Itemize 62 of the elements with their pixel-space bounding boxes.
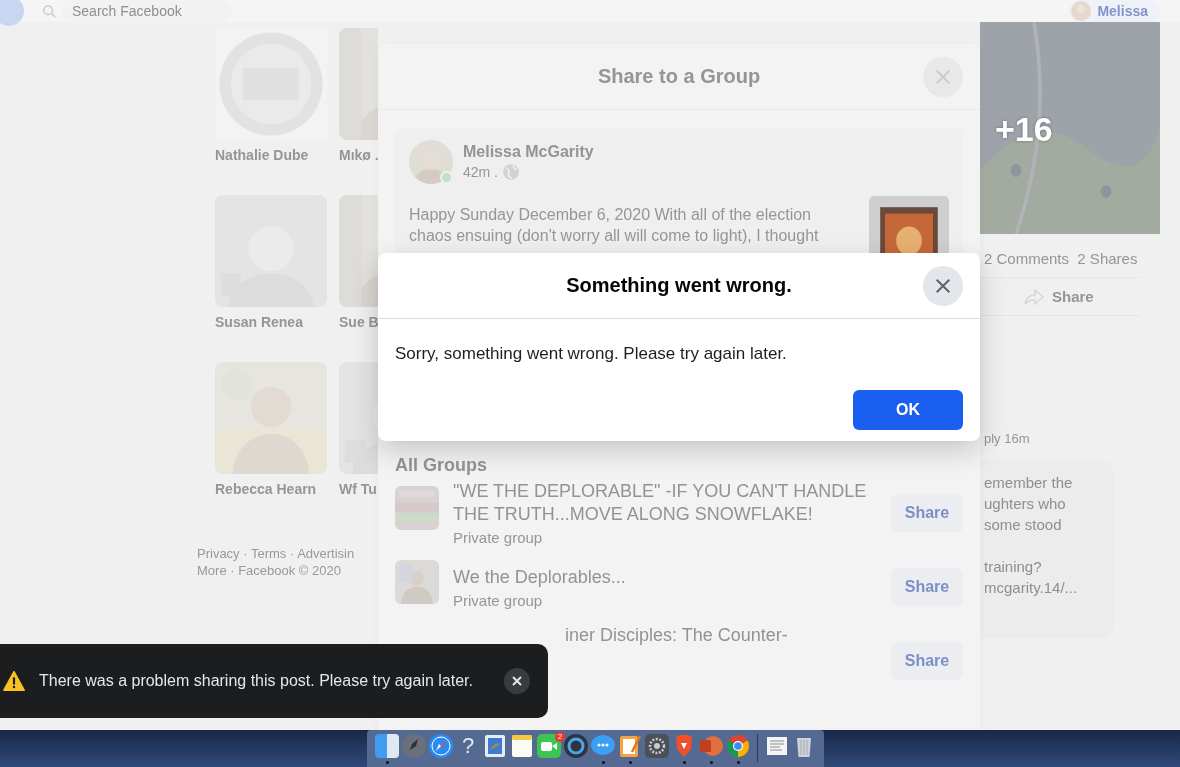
error-message: Sorry, something went wrong. Please try again later.	[395, 344, 788, 364]
profile-button[interactable]: Melissa	[1069, 0, 1160, 22]
comment-text: mcgarity.14/...	[984, 579, 1079, 598]
comment-text: emember the	[984, 474, 1074, 493]
split-square-icon[interactable]	[375, 734, 399, 758]
post-text: Happy Sunday December 6, 2020 With all of the election	[409, 205, 812, 225]
search-icon	[42, 4, 56, 18]
friend-name[interactable]: Sue B	[339, 314, 378, 330]
compass-icon[interactable]	[429, 734, 453, 758]
running-indicator	[682, 761, 686, 764]
author-name[interactable]: Melissa McGarity	[463, 143, 594, 161]
friend-name[interactable]: Wf Tu	[339, 481, 378, 497]
comment-text: some stood	[984, 516, 1063, 535]
group-name[interactable]: "WE THE DEPLORABLE" -IF YOU CAN'T HANDLE THE TRUTH...MOVE ALONG SNOWFLAKE!	[453, 480, 877, 526]
friend-name[interactable]: Susan Renea	[215, 314, 327, 330]
group-name[interactable]: We the Deplorables...	[453, 565, 877, 589]
warning-icon	[3, 671, 25, 691]
close-icon	[934, 68, 952, 86]
group-name[interactable]: iner Disciples: The Counter-	[565, 624, 877, 647]
document-icon[interactable]	[765, 734, 789, 758]
help-icon[interactable]: ?	[461, 734, 475, 758]
notepad-icon[interactable]	[510, 734, 534, 758]
friend-name[interactable]: Rebecca Hearn	[215, 481, 327, 497]
more-photos-count[interactable]: +16	[995, 110, 1053, 149]
comment-meta: ply 16m	[984, 431, 1031, 446]
chat-bubble-icon[interactable]	[591, 734, 615, 758]
ok-button[interactable]: OK	[853, 390, 963, 430]
close-button[interactable]	[504, 668, 530, 694]
comment-text: ughters who	[984, 495, 1067, 514]
share-button[interactable]: Share	[891, 642, 963, 680]
dialog-title: Something went wrong.	[566, 274, 792, 297]
group-privacy: Private group	[453, 529, 544, 546]
comment-text: training?	[984, 558, 1043, 577]
post-time[interactable]: 42m .	[463, 164, 498, 180]
running-indicator	[736, 761, 740, 764]
toast-message: There was a problem sharing this post. Please try again later.	[39, 672, 474, 690]
close-icon	[934, 277, 952, 295]
reaction-counts[interactable]: 2 Comments 2 Shares	[984, 250, 1160, 267]
notification-badge: 2	[555, 732, 565, 742]
footer-links[interactable]: More · Facebook © 2020	[197, 562, 355, 579]
photo-icon[interactable]	[483, 734, 507, 758]
share-icon	[1024, 288, 1044, 305]
globe-icon	[502, 163, 520, 181]
video-camera-icon[interactable]	[537, 734, 561, 758]
friend-name[interactable]: Nathalie Dube	[215, 147, 327, 163]
section-heading: All Groups	[395, 455, 488, 476]
running-indicator	[385, 761, 389, 764]
footer-links[interactable]: Privacy · Terms · Advertisin	[197, 545, 355, 562]
tricolor-circle-icon[interactable]	[726, 734, 750, 758]
share-button[interactable]: Share	[1020, 282, 1098, 311]
ring-icon[interactable]	[564, 734, 588, 758]
pen-paper-icon[interactable]	[618, 734, 642, 758]
running-indicator	[601, 761, 605, 764]
share-button[interactable]: Share	[891, 568, 963, 606]
group-privacy: Private group	[453, 591, 544, 609]
running-indicator	[709, 761, 713, 764]
share-button[interactable]: Share	[891, 494, 963, 532]
friend-name[interactable]: Mıkø .	[339, 147, 378, 163]
dialog-title: Share to a Group	[597, 65, 761, 88]
post-text: chaos ensuing (don't worry all will come to light), I thought	[409, 226, 819, 246]
running-indicator	[628, 761, 632, 764]
gear-icon[interactable]	[645, 734, 669, 758]
